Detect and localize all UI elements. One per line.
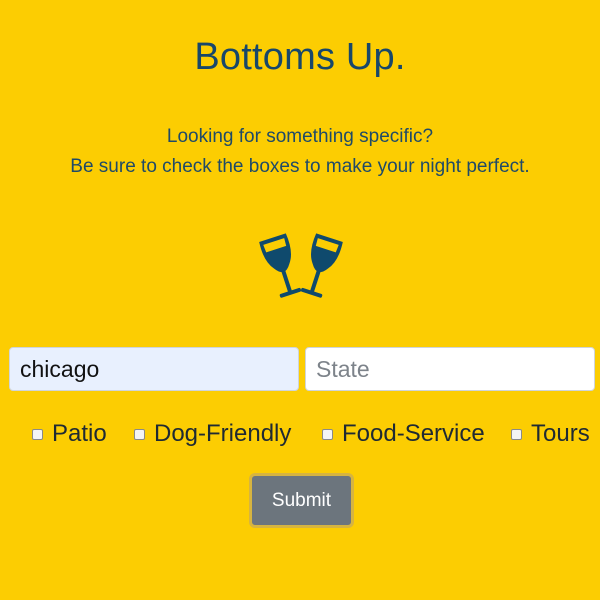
option-tours[interactable]: Tours bbox=[511, 418, 590, 450]
subtitle-line-1: Looking for something specific? bbox=[166, 126, 434, 147]
state-input[interactable] bbox=[305, 347, 595, 391]
tours-label: Tours bbox=[531, 420, 590, 447]
tours-checkbox[interactable] bbox=[511, 428, 522, 440]
dog-friendly-label: Dog-Friendly bbox=[154, 420, 292, 447]
food-service-label: Food-Service bbox=[342, 420, 485, 447]
subtitle-line-2: Be sure to check the boxes to make your … bbox=[70, 156, 530, 177]
patio-label: Patio bbox=[52, 420, 107, 447]
glass-cheers-icon bbox=[253, 230, 349, 312]
city-input[interactable] bbox=[9, 347, 299, 391]
option-patio[interactable]: Patio bbox=[32, 418, 107, 450]
option-food-service[interactable]: Food-Service bbox=[322, 418, 485, 450]
option-dog-friendly[interactable]: Dog-Friendly bbox=[134, 418, 291, 450]
dog-friendly-checkbox[interactable] bbox=[134, 428, 145, 440]
food-service-checkbox[interactable] bbox=[322, 428, 333, 440]
page-title: Bottoms Up. bbox=[194, 36, 406, 78]
submit-button[interactable]: Submit bbox=[249, 473, 354, 528]
patio-checkbox[interactable] bbox=[32, 428, 43, 440]
filter-options: Patio Dog-Friendly Food-Service Tours bbox=[0, 418, 600, 450]
